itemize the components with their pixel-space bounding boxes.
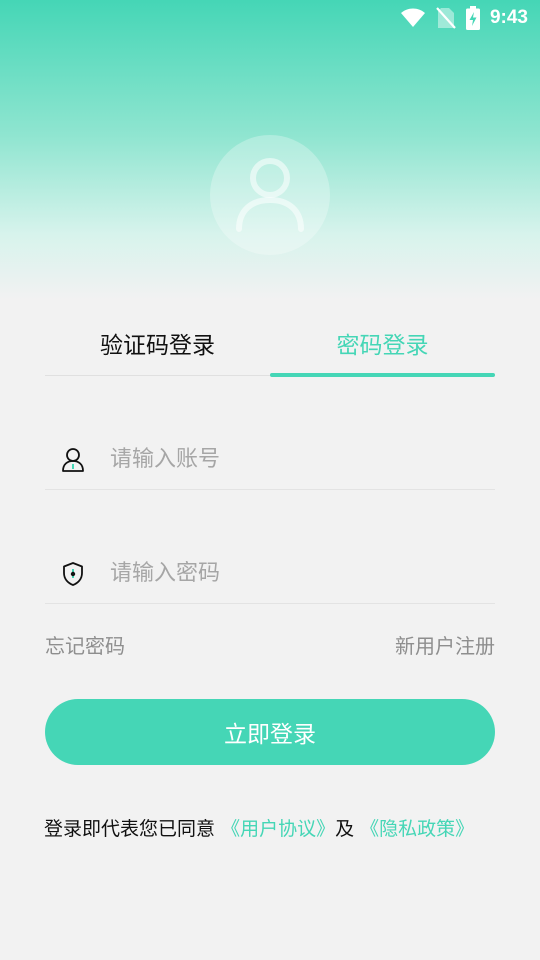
privacy-policy-link[interactable]: 《隐私政策》 <box>360 818 474 840</box>
tab-sms-login[interactable]: 验证码登录 <box>45 315 270 371</box>
account-input[interactable] <box>110 447 470 472</box>
shield-lock-icon <box>45 561 101 586</box>
password-field <box>45 544 495 604</box>
avatar[interactable] <box>210 135 330 255</box>
user-avatar-icon <box>236 158 304 232</box>
login-tabs: 验证码登录 密码登录 <box>45 315 495 377</box>
user-icon <box>45 447 101 473</box>
auth-links: 忘记密码 新用户注册 <box>45 630 495 659</box>
wifi-icon <box>400 8 426 28</box>
agreement-text: 登录即代表您已同意 《用户协议》及 《隐私政策》 <box>44 814 504 841</box>
active-tab-indicator <box>270 373 495 377</box>
login-button[interactable]: 立即登录 <box>45 699 495 765</box>
tab-password-login[interactable]: 密码登录 <box>270 315 495 371</box>
forgot-password-link[interactable]: 忘记密码 <box>45 630 125 659</box>
status-time: 9:43 <box>489 7 528 28</box>
agreement-prefix: 登录即代表您已同意 <box>44 818 216 840</box>
agreement-and: 及 <box>335 818 355 840</box>
status-bar: 9:43 <box>0 0 540 36</box>
password-input[interactable] <box>110 561 470 586</box>
battery-charging-icon <box>465 6 480 30</box>
no-sim-icon <box>436 7 456 29</box>
register-link[interactable]: 新用户注册 <box>395 630 495 659</box>
account-field <box>45 430 495 490</box>
user-agreement-link[interactable]: 《用户协议》 <box>221 818 335 840</box>
